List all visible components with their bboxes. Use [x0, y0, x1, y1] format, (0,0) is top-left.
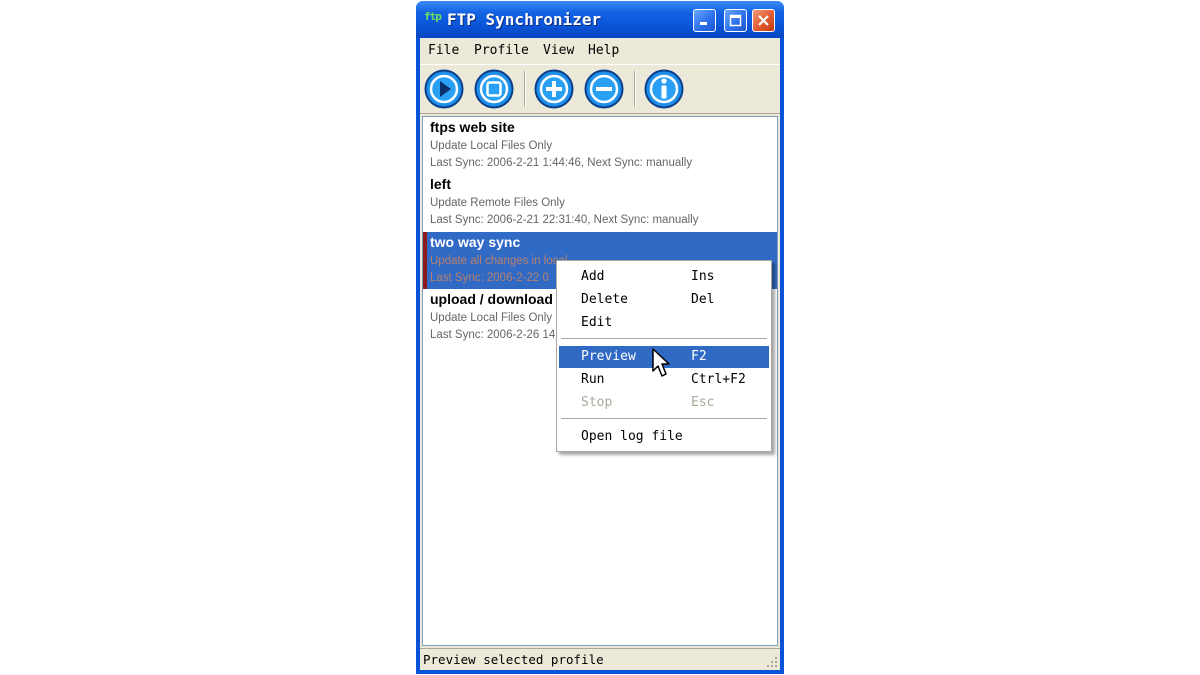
add-profile-button[interactable] [534, 69, 574, 109]
stop-icon [474, 69, 514, 109]
maximize-button[interactable] [724, 9, 747, 32]
profile-sync-info: Last Sync: 2006-2-22 0 [430, 272, 549, 284]
title-bar[interactable]: ftp FTP Synchronizer [416, 1, 784, 38]
window-title: FTP Synchronizer [447, 10, 602, 29]
menu-item-shortcut: Ctrl+F2 [691, 372, 746, 387]
menu-item-shortcut: F2 [691, 349, 707, 364]
menu-item-label: Add [581, 269, 605, 284]
menu-item-label: Run [581, 372, 605, 387]
menu-item-delete[interactable]: Delete Del [559, 289, 769, 311]
stop-button[interactable] [474, 69, 514, 109]
minimize-button[interactable] [693, 9, 716, 32]
menu-profile[interactable]: Profile [474, 43, 529, 58]
menu-item-add[interactable]: Add Ins [559, 266, 769, 288]
menu-help[interactable]: Help [588, 43, 619, 58]
info-button[interactable] [644, 69, 684, 109]
mouse-cursor-icon [652, 348, 672, 384]
menu-item-edit[interactable]: Edit [559, 312, 769, 334]
profile-sync-info: Last Sync: 2006-2-26 14 [430, 329, 556, 341]
close-button[interactable] [752, 9, 775, 32]
toolbar [420, 64, 780, 114]
remove-icon [584, 69, 624, 109]
toolbar-separator [634, 71, 636, 107]
menu-file[interactable]: File [428, 43, 459, 58]
info-icon [644, 69, 684, 109]
minimize-icon [699, 15, 710, 26]
profile-name: ftps web site [430, 119, 515, 135]
menu-item-label: Open log file [581, 429, 683, 444]
menu-bar: File Profile View Help [420, 38, 780, 64]
status-bar: Preview selected profile [420, 648, 780, 670]
profile-mode: Update all changes in local... [430, 255, 578, 267]
profile-item[interactable]: ftps web site Update Local Files Only La… [423, 117, 777, 174]
profile-sync-info: Last Sync: 2006-2-21 1:44:46, Next Sync:… [430, 157, 693, 169]
add-icon [534, 69, 574, 109]
profile-mode: Update Local Files Only [430, 312, 553, 324]
profile-sync-info: Last Sync: 2006-2-21 22:31:40, Next Sync… [430, 214, 699, 226]
profile-mode: Update Remote Files Only [430, 197, 565, 209]
resize-grip-icon[interactable] [766, 656, 778, 668]
menu-item-stop: Stop Esc [559, 392, 769, 414]
app-logo-icon: ftp [424, 10, 442, 23]
menu-view[interactable]: View [543, 43, 574, 58]
profile-name: upload / download [430, 291, 553, 307]
remove-profile-button[interactable] [584, 69, 624, 109]
profile-item[interactable]: left Update Remote Files Only Last Sync:… [423, 174, 777, 231]
profile-mode: Update Local Files Only [430, 140, 553, 152]
profile-name: two way sync [430, 234, 521, 250]
menu-separator [561, 338, 767, 339]
run-button[interactable] [424, 69, 464, 109]
menu-item-label: Preview [581, 349, 636, 364]
menu-item-shortcut: Del [691, 292, 715, 307]
maximize-icon [729, 14, 742, 27]
run-icon [424, 69, 464, 109]
menu-item-open-log[interactable]: Open log file [559, 426, 769, 448]
menu-item-shortcut: Esc [691, 395, 715, 410]
menu-item-shortcut: Ins [691, 269, 715, 284]
toolbar-separator [524, 71, 526, 107]
menu-item-label: Stop [581, 395, 613, 410]
menu-item-label: Edit [581, 315, 613, 330]
menu-separator [561, 418, 767, 419]
status-text: Preview selected profile [423, 652, 604, 667]
menu-item-label: Delete [581, 292, 628, 307]
close-icon [757, 14, 770, 27]
profile-name: left [430, 176, 451, 192]
